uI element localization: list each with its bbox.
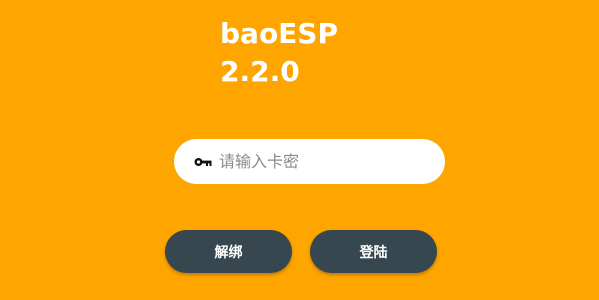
login-button[interactable]: 登陆 — [310, 230, 437, 273]
app-version: 2.2.0 — [220, 55, 300, 88]
login-screen: baoESP 2.2.0 解绑 登陆 — [0, 0, 599, 300]
app-name: baoESP — [220, 17, 338, 50]
app-title: baoESP 2.2.0 — [220, 15, 338, 91]
card-key-field[interactable] — [174, 139, 445, 184]
unbind-button[interactable]: 解绑 — [165, 230, 292, 273]
key-icon — [194, 156, 212, 168]
card-key-input[interactable] — [219, 152, 429, 171]
